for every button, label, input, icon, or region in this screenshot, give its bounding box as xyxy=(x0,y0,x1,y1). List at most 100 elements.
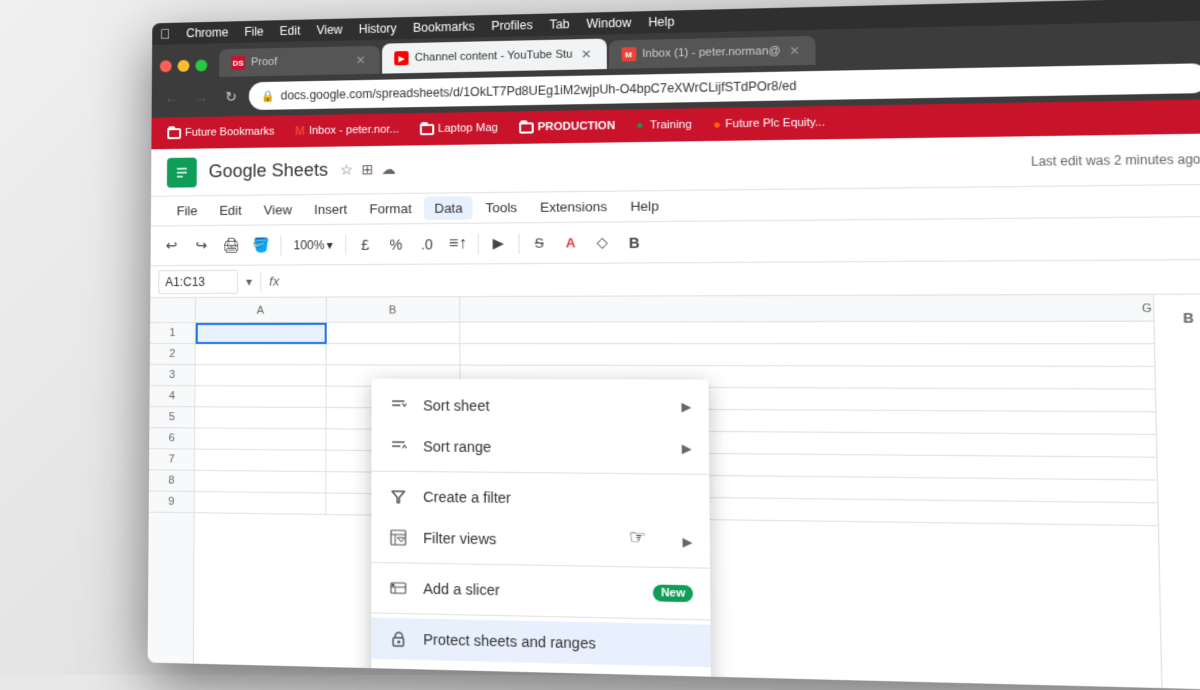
row-num-2[interactable]: 2 xyxy=(150,344,195,365)
row-num-6[interactable]: 6 xyxy=(149,428,194,449)
cell-a6[interactable] xyxy=(195,428,326,450)
filter-views-arrow: ▶ xyxy=(682,535,692,550)
cell-b1[interactable] xyxy=(327,323,461,344)
print-button[interactable]: 🖨 xyxy=(218,232,244,258)
forward-button[interactable]: → xyxy=(189,85,213,109)
window-menu[interactable]: Window xyxy=(586,16,631,31)
cell-a9[interactable] xyxy=(195,492,327,515)
menu-view[interactable]: View xyxy=(254,198,302,222)
maximize-button[interactable] xyxy=(195,59,207,71)
row-num-5[interactable]: 5 xyxy=(149,407,194,428)
star-icon[interactable]: ☆ xyxy=(340,161,353,178)
cloud-icon[interactable]: ☁ xyxy=(381,161,395,178)
fill-color-button[interactable]: ◇ xyxy=(589,229,617,256)
edit-menu[interactable]: Edit xyxy=(280,24,301,38)
row-num-4[interactable]: 4 xyxy=(150,386,195,407)
toolbar-sep-3 xyxy=(478,233,479,253)
more-button[interactable]: ▶ xyxy=(485,230,512,257)
grid-icon[interactable]: ⊞ xyxy=(361,161,373,178)
apple-menu[interactable]:  xyxy=(160,26,170,42)
col-header-a[interactable]: A xyxy=(196,298,327,323)
bookmark-inbox-label: Inbox - peter.nor... xyxy=(309,124,399,137)
profiles-menu[interactable]: Profiles xyxy=(491,18,533,33)
protect-sheets-label: Protect sheets and ranges xyxy=(423,631,693,654)
sort-range-arrow: ▶ xyxy=(682,441,692,456)
formula-input[interactable] xyxy=(287,277,1200,281)
view-menu[interactable]: View xyxy=(316,23,342,38)
cell-a5[interactable] xyxy=(195,407,326,429)
cell-a4[interactable] xyxy=(195,386,326,408)
row-num-3[interactable]: 3 xyxy=(150,365,195,386)
bookmark-inbox[interactable]: M Inbox - peter.nor... xyxy=(287,120,407,140)
redo-button[interactable]: ↪ xyxy=(188,232,214,258)
bookmark-training[interactable]: ● Training xyxy=(628,116,701,134)
tab-close-ds[interactable]: ✕ xyxy=(354,53,368,67)
cell-a3[interactable] xyxy=(195,365,326,387)
file-menu[interactable]: File xyxy=(244,25,263,39)
minimize-button[interactable] xyxy=(178,60,190,72)
column-headers: A B G xyxy=(196,295,1200,323)
menu-file[interactable]: File xyxy=(167,199,208,222)
lock-icon: 🔒 xyxy=(261,89,275,102)
tab-ds-proof[interactable]: DS Proof ✕ xyxy=(219,46,380,77)
bookmark-future-plc-label: Future Plc Equity... xyxy=(725,116,825,130)
bookmark-production[interactable]: PRODUCTION xyxy=(510,118,623,136)
chrome-menu[interactable]: Chrome xyxy=(186,25,228,40)
help-menu[interactable]: Help xyxy=(648,15,674,30)
menu-insert[interactable]: Insert xyxy=(304,198,357,222)
back-button[interactable]: ← xyxy=(160,86,184,110)
row-num-8[interactable]: 8 xyxy=(149,470,194,492)
currency-button[interactable]: £ xyxy=(352,231,379,257)
tab-gmail[interactable]: M Inbox (1) - peter.norman@ ✕ xyxy=(608,36,815,69)
menu-help[interactable]: Help xyxy=(620,194,670,218)
bookmark-future[interactable]: Future Bookmarks xyxy=(159,123,282,141)
row-num-9[interactable]: 9 xyxy=(149,491,194,513)
menu-item-add-slicer[interactable]: Add a slicer New xyxy=(371,567,710,615)
table-row xyxy=(196,344,1200,367)
right-panel-btn[interactable]: B xyxy=(1171,303,1200,331)
decimal-button[interactable]: .0 xyxy=(413,231,440,258)
cell-reference[interactable]: A1:C13 xyxy=(158,269,238,293)
menu-edit[interactable]: Edit xyxy=(209,199,251,222)
row-header-spacer xyxy=(150,298,195,323)
menu-item-sort-range[interactable]: Sort range ▶ xyxy=(372,426,710,470)
row-num-1[interactable]: 1 xyxy=(150,323,195,344)
cell-a8[interactable] xyxy=(195,471,327,494)
tab-close-gmail[interactable]: ✕ xyxy=(787,43,802,58)
close-button[interactable] xyxy=(160,60,172,72)
decimal-symbol: .0 xyxy=(421,236,433,252)
strikethrough-button[interactable]: S xyxy=(525,230,552,257)
tab-menu[interactable]: Tab xyxy=(549,17,569,32)
cell-a7[interactable] xyxy=(195,450,327,473)
bold-button-right[interactable]: B xyxy=(620,229,648,256)
formula-divider xyxy=(260,271,261,291)
history-menu[interactable]: History xyxy=(359,21,397,36)
row-num-7[interactable]: 7 xyxy=(149,449,194,471)
menu-item-create-filter[interactable]: Create a filter xyxy=(371,476,709,522)
menu-tools[interactable]: Tools xyxy=(475,196,528,220)
menu-data[interactable]: Data xyxy=(424,196,473,220)
menu-item-filter-views[interactable]: Filter views ▶ xyxy=(371,517,710,564)
tab-youtube[interactable]: ▶ Channel content - YouTube Stu ✕ xyxy=(382,39,606,74)
menu-item-sort-sheet[interactable]: Sort sheet ▶ xyxy=(372,385,709,428)
percent-button[interactable]: % xyxy=(383,231,410,258)
tab-close-youtube[interactable]: ✕ xyxy=(579,47,594,62)
undo-button[interactable]: ↩ xyxy=(159,233,185,259)
bookmark-future-plc[interactable]: ● Future Plc Equity... xyxy=(705,113,834,134)
sort-button[interactable]: ≡↑ xyxy=(444,230,471,257)
zoom-value: 100% xyxy=(293,238,324,252)
bookmark-laptop[interactable]: Laptop Mag xyxy=(411,120,506,138)
sort-range-label: Sort range xyxy=(423,438,667,457)
bookmarks-menu[interactable]: Bookmarks xyxy=(413,19,475,35)
text-color-button[interactable]: A xyxy=(557,229,585,256)
cell-b2[interactable] xyxy=(327,344,461,366)
reload-button[interactable]: ↻ xyxy=(219,84,243,108)
zoom-control[interactable]: 100% ▾ xyxy=(287,235,338,253)
col-header-b[interactable]: B xyxy=(327,297,461,323)
paint-format-button[interactable]: 🪣 xyxy=(248,232,274,258)
cell-a1[interactable] xyxy=(196,323,327,344)
gmail-icon: M xyxy=(295,124,305,138)
menu-extensions[interactable]: Extensions xyxy=(530,195,618,219)
menu-format[interactable]: Format xyxy=(359,197,422,221)
cell-a2[interactable] xyxy=(196,344,327,365)
